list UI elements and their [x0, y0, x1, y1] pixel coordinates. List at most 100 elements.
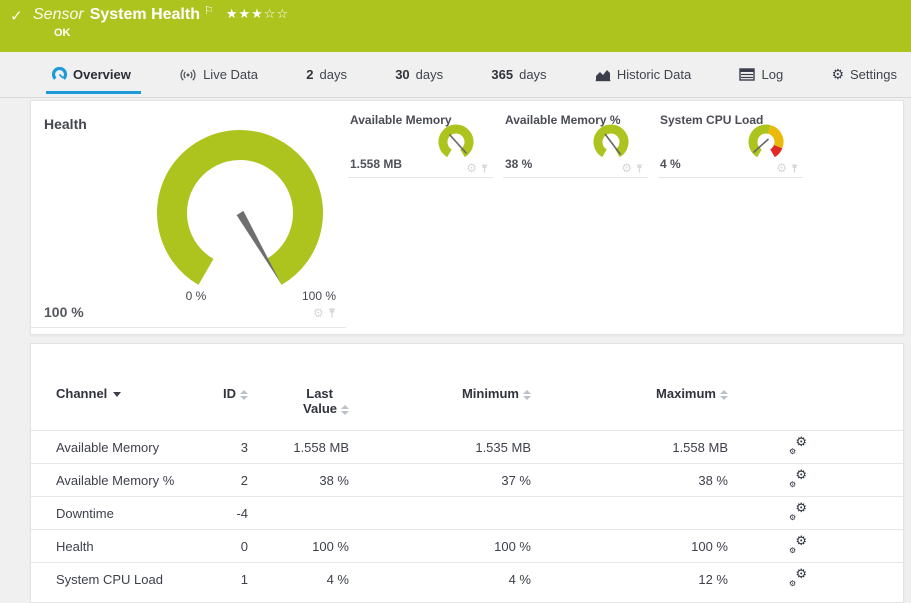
channel-maximum: 100 % [531, 539, 728, 554]
tab-label: days [416, 67, 443, 82]
channel-name: Available Memory % [31, 473, 206, 488]
tab-label: Overview [73, 67, 131, 82]
sort-arrows-icon [523, 390, 531, 400]
sensor-header: ✓ Sensor System Health ⚐ ★★★☆☆ OK [0, 0, 911, 52]
column-header-maximum[interactable]: Maximum [531, 386, 728, 401]
status-badge: OK [54, 27, 71, 39]
pin-icon[interactable] [327, 307, 337, 319]
historic-chart-icon [595, 68, 611, 82]
channel-id: 1 [206, 572, 252, 587]
gauge-icon [52, 67, 67, 82]
sort-arrows-icon [720, 390, 728, 400]
sort-caret-icon [113, 392, 121, 397]
channel-minimum: 1.535 MB [351, 440, 531, 455]
mini-gauge-system-cpu-load: System CPU Load 4 % ⚙ [658, 109, 803, 178]
channel-last-value: 4 % [252, 572, 351, 587]
health-gauge-value: 100 % [44, 304, 84, 320]
tab-number: 365 [491, 67, 513, 82]
system-cpu-load-gauge [742, 122, 790, 160]
health-scale-min: 0 % [171, 289, 221, 303]
flag-icon[interactable]: ⚐ [204, 4, 214, 17]
live-data-icon [179, 67, 197, 83]
gauge-settings-icon[interactable]: ⚙ [466, 162, 477, 174]
tab-settings[interactable]: ⚙ Settings [827, 52, 901, 97]
mini-gauge-available-memory: Available Memory 1.558 MB ⚙ [348, 109, 493, 178]
tab-30-days[interactable]: 30 days [391, 52, 447, 97]
health-tile-divider [31, 327, 346, 328]
channel-last-value: 38 % [252, 473, 351, 488]
column-header-minimum[interactable]: Minimum [351, 386, 531, 401]
channel-minimum: 100 % [351, 539, 531, 554]
table-row: System CPU Load 1 4 % 4 % 12 % ⚙⚙ [31, 562, 903, 595]
channel-settings-icon[interactable]: ⚙⚙ [789, 536, 807, 554]
channel-settings-icon[interactable]: ⚙⚙ [789, 569, 807, 587]
channel-id: 0 [206, 539, 252, 554]
channel-id: -4 [206, 506, 252, 521]
channel-name: Health [31, 539, 206, 554]
priority-stars[interactable]: ★★★☆☆ [226, 7, 289, 22]
column-header-last-value[interactable]: Last Value [252, 386, 351, 416]
status-check-icon: ✓ [10, 7, 23, 25]
health-gauge-title: Health [44, 116, 87, 132]
tab-log[interactable]: Log [735, 52, 787, 97]
tab-bar: Overview Live Data 2 days 30 days 365 da… [0, 52, 911, 98]
channel-last-value: 100 % [252, 539, 351, 554]
mini-gauge-available-memory-pct: Available Memory % 38 % ⚙ [503, 109, 648, 178]
available-memory-gauge [432, 122, 480, 160]
gauge-settings-icon[interactable]: ⚙ [313, 307, 324, 319]
log-list-icon [739, 68, 755, 81]
channel-name: Available Memory [31, 440, 206, 455]
gear-icon: ⚙ [831, 68, 844, 82]
column-header-channel[interactable]: Channel [31, 386, 206, 401]
table-header-row: Channel ID Last Value Minimum Maximum [31, 386, 903, 430]
mini-gauge-value: 38 % [505, 157, 532, 171]
tab-label: Log [761, 67, 783, 82]
available-memory-pct-gauge [587, 122, 635, 160]
tab-historic-data[interactable]: Historic Data [591, 52, 695, 97]
table-row: Downtime -4 ⚙⚙ [31, 496, 903, 529]
gauges-panel: Health 0 % 100 % 100 % ⚙ Available Memor… [30, 100, 904, 335]
table-row: Available Memory % 2 38 % 37 % 38 % ⚙⚙ [31, 463, 903, 496]
tab-label: Historic Data [617, 67, 691, 82]
tab-365-days[interactable]: 365 days [487, 52, 550, 97]
pin-icon[interactable] [790, 163, 799, 174]
tab-label: Settings [850, 67, 897, 82]
channel-settings-icon[interactable]: ⚙⚙ [789, 470, 807, 488]
tab-label: days [319, 67, 346, 82]
channel-settings-icon[interactable]: ⚙⚙ [789, 503, 807, 521]
sort-arrows-icon [240, 390, 248, 400]
channel-minimum: 37 % [351, 473, 531, 488]
tab-number: 30 [395, 67, 409, 82]
channel-maximum: 38 % [531, 473, 728, 488]
tab-live-data[interactable]: Live Data [175, 52, 262, 97]
tab-label: days [519, 67, 546, 82]
channel-last-value: 1.558 MB [252, 440, 351, 455]
health-scale-max: 100 % [289, 289, 349, 303]
channels-table-panel: Channel ID Last Value Minimum Maximum Av… [30, 343, 904, 603]
health-gauge [150, 123, 330, 303]
channel-name: Downtime [31, 506, 206, 521]
channel-id: 3 [206, 440, 252, 455]
pin-icon[interactable] [480, 163, 489, 174]
channel-id: 2 [206, 473, 252, 488]
channel-name: System CPU Load [31, 572, 206, 587]
gauge-settings-icon[interactable]: ⚙ [776, 162, 787, 174]
sort-arrows-icon [341, 405, 349, 415]
tab-overview[interactable]: Overview [48, 52, 135, 97]
mini-gauge-value: 4 % [660, 157, 681, 171]
channel-minimum: 4 % [351, 572, 531, 587]
column-header-id[interactable]: ID [206, 386, 252, 401]
channel-maximum: 12 % [531, 572, 728, 587]
tab-number: 2 [306, 67, 313, 82]
mini-gauge-value: 1.558 MB [350, 157, 402, 171]
gauge-settings-icon[interactable]: ⚙ [621, 162, 632, 174]
channel-maximum: 1.558 MB [531, 440, 728, 455]
channel-settings-icon[interactable]: ⚙⚙ [789, 437, 807, 455]
tab-2-days[interactable]: 2 days [302, 52, 351, 97]
sensor-kicker: Sensor [33, 6, 84, 23]
pin-icon[interactable] [635, 163, 644, 174]
page-title: System Health [90, 6, 200, 23]
tab-label: Live Data [203, 67, 258, 82]
table-row: Health 0 100 % 100 % 100 % ⚙⚙ [31, 529, 903, 562]
table-row: Available Memory 3 1.558 MB 1.535 MB 1.5… [31, 430, 903, 463]
